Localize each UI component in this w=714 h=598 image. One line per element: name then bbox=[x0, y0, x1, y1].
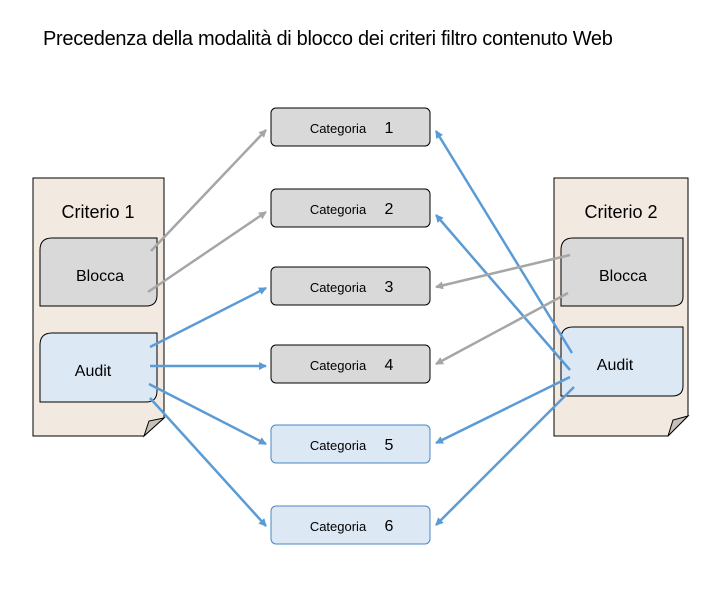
policy-2-audit-label: Audit bbox=[597, 357, 634, 374]
policy-1-block-label: Blocca bbox=[76, 268, 124, 285]
policy-1-audit-label: Audit bbox=[75, 363, 112, 380]
category-label: Categoria bbox=[310, 121, 367, 136]
category-number: 1 bbox=[385, 120, 394, 137]
category-label: Categoria bbox=[310, 438, 367, 453]
policy-1-card: Criterio 1 Blocca Audit bbox=[32, 177, 166, 438]
category-4-box[interactable]: Categoria 4 bbox=[270, 344, 431, 384]
arrow-p1-audit-to-category-5 bbox=[148, 382, 267, 446]
category-label: Categoria bbox=[310, 519, 367, 534]
category-label: Categoria bbox=[310, 280, 367, 295]
category-5-box[interactable]: Categoria 5 bbox=[270, 424, 431, 464]
arrow-p1-block-to-category-1 bbox=[150, 129, 267, 252]
arrow-p2-block-to-category-4 bbox=[435, 291, 569, 366]
category-number: 2 bbox=[385, 201, 394, 218]
category-label: Categoria bbox=[310, 358, 367, 373]
category-6-box[interactable]: Categoria 6 bbox=[270, 505, 431, 545]
policy-2-block-label: Blocca bbox=[599, 268, 647, 285]
arrow-p1-audit-to-category-6 bbox=[149, 397, 267, 527]
category-label: Categoria bbox=[310, 202, 367, 217]
arrow-p1-audit-to-category-3 bbox=[149, 286, 267, 349]
precedence-diagram: Criterio 1 Blocca Audit Criterio 2 Blocc… bbox=[32, 107, 690, 545]
arrow-p2-block-to-category-3 bbox=[435, 253, 571, 290]
arrow-p2-audit-to-category-1 bbox=[434, 130, 574, 354]
category-number: 4 bbox=[385, 357, 394, 374]
category-number: 3 bbox=[385, 279, 394, 296]
category-2-box[interactable]: Categoria 2 bbox=[270, 188, 431, 228]
category-number: 6 bbox=[385, 518, 394, 535]
category-list: Categoria 1 Categoria 2 Categoria 3 Categoria 4… bbox=[270, 107, 431, 545]
category-1-box[interactable]: Categoria 1 bbox=[270, 107, 431, 147]
arrow-p1-block-to-category-2 bbox=[147, 210, 267, 294]
policy-1-label: Criterio 1 bbox=[61, 202, 134, 222]
category-number: 5 bbox=[385, 437, 394, 454]
policy-2-label: Criterio 2 bbox=[584, 202, 657, 222]
category-3-box[interactable]: Categoria 3 bbox=[270, 266, 431, 306]
policy-2-card: Criterio 2 Blocca Audit bbox=[553, 177, 690, 437]
